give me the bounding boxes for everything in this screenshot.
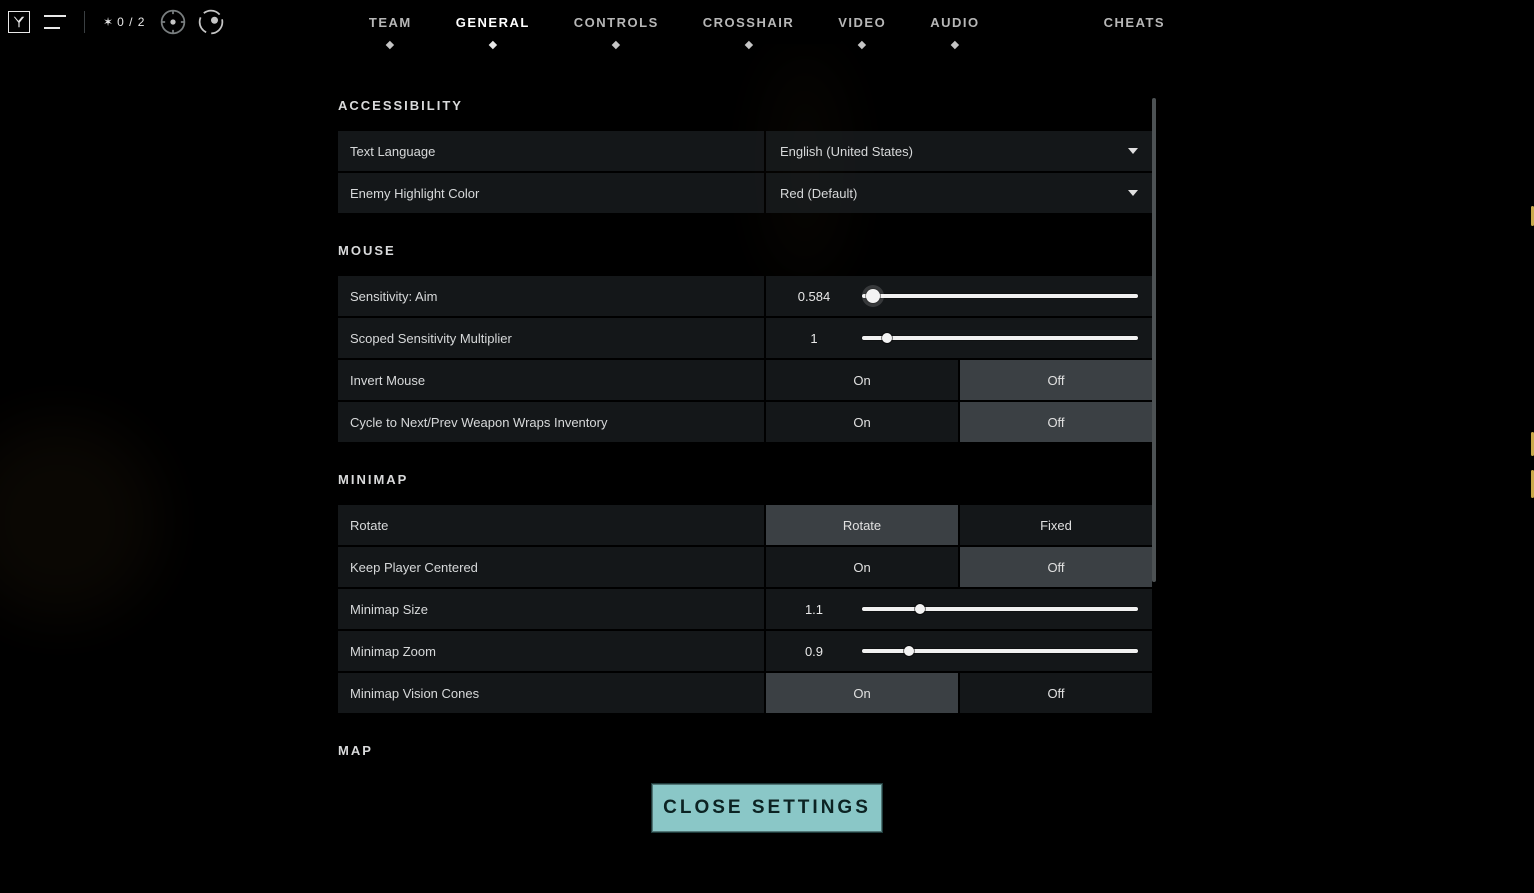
settings-panel: ACCESSIBILITY Text Language English (Uni… (338, 98, 1152, 762)
tab-video[interactable]: VIDEO (816, 0, 908, 44)
section-map: MAP (338, 743, 1152, 758)
slider-track[interactable] (862, 276, 1138, 316)
row-minimap-size: Minimap Size 1.1 (338, 589, 1152, 629)
cycle-inventory-on[interactable]: On (766, 402, 958, 442)
invert-mouse-on[interactable]: On (766, 360, 958, 400)
minimap-size-slider[interactable]: 1.1 (766, 589, 1152, 629)
row-rotate: Rotate Rotate Fixed (338, 505, 1152, 545)
rotate-label: Rotate (338, 505, 764, 545)
row-enemy-highlight: Enemy Highlight Color Red (Default) (338, 173, 1152, 213)
fixed-option[interactable]: Fixed (960, 505, 1152, 545)
row-sensitivity: Sensitivity: Aim 0.584 (338, 276, 1152, 316)
keep-centered-toggle: On Off (766, 547, 1152, 587)
slider-thumb[interactable] (882, 333, 892, 343)
row-minimap-zoom: Minimap Zoom 0.9 (338, 631, 1152, 671)
enemy-highlight-value: Red (Default) (780, 186, 857, 201)
slider-track[interactable] (862, 631, 1138, 671)
minimap-zoom-label: Minimap Zoom (338, 631, 764, 671)
text-language-dropdown[interactable]: English (United States) (766, 131, 1152, 171)
mode-indicator-a-icon[interactable] (159, 8, 187, 36)
invert-mouse-toggle: On Off (766, 360, 1152, 400)
cycle-inventory-toggle: On Off (766, 402, 1152, 442)
minimap-size-value: 1.1 (766, 602, 862, 617)
text-language-value: English (United States) (780, 144, 913, 159)
star-icon: ✶ (103, 15, 113, 29)
background-blob (0, 420, 160, 620)
close-settings-button[interactable]: CLOSE SETTINGS (651, 783, 883, 833)
settings-tabs: TEAM GENERAL CONTROLS CROSSHAIR VIDEO AU… (347, 0, 1187, 44)
tab-crosshair[interactable]: CROSSHAIR (681, 0, 817, 44)
row-cycle-inventory: Cycle to Next/Prev Weapon Wraps Inventor… (338, 402, 1152, 442)
game-logo-icon[interactable] (8, 11, 30, 33)
section-mouse: MOUSE (338, 243, 1152, 258)
menu-icon[interactable] (44, 15, 66, 29)
keep-centered-off[interactable]: Off (960, 547, 1152, 587)
tab-controls[interactable]: CONTROLS (552, 0, 681, 44)
row-scoped-sens: Scoped Sensitivity Multiplier 1 (338, 318, 1152, 358)
vision-cones-toggle: On Off (766, 673, 1152, 713)
text-language-label: Text Language (338, 131, 764, 171)
resource-counter: 0 / 2 (117, 15, 145, 29)
section-accessibility: ACCESSIBILITY (338, 98, 1152, 113)
slider-track[interactable] (862, 318, 1138, 358)
keep-centered-label: Keep Player Centered (338, 547, 764, 587)
scoped-sens-label: Scoped Sensitivity Multiplier (338, 318, 764, 358)
scoped-sens-slider[interactable]: 1 (766, 318, 1152, 358)
enemy-highlight-label: Enemy Highlight Color (338, 173, 764, 213)
scrollbar[interactable] (1152, 98, 1156, 582)
tab-team[interactable]: TEAM (347, 0, 434, 44)
enemy-highlight-dropdown[interactable]: Red (Default) (766, 173, 1152, 213)
row-text-language: Text Language English (United States) (338, 131, 1152, 171)
sensitivity-slider[interactable]: 0.584 (766, 276, 1152, 316)
sensitivity-label: Sensitivity: Aim (338, 276, 764, 316)
invert-mouse-label: Invert Mouse (338, 360, 764, 400)
rotate-toggle: Rotate Fixed (766, 505, 1152, 545)
keep-centered-on[interactable]: On (766, 547, 958, 587)
row-keep-centered: Keep Player Centered On Off (338, 547, 1152, 587)
slider-thumb[interactable] (866, 289, 880, 303)
section-minimap: MINIMAP (338, 472, 1152, 487)
cycle-inventory-off[interactable]: Off (960, 402, 1152, 442)
slider-thumb[interactable] (904, 646, 914, 656)
row-vision-cones: Minimap Vision Cones On Off (338, 673, 1152, 713)
minimap-zoom-value: 0.9 (766, 644, 862, 659)
invert-mouse-off[interactable]: Off (960, 360, 1152, 400)
separator (84, 11, 85, 33)
tab-cheats[interactable]: CHEATS (1082, 0, 1187, 44)
scoped-sens-value: 1 (766, 331, 862, 346)
chevron-down-icon (1128, 190, 1138, 196)
row-invert-mouse: Invert Mouse On Off (338, 360, 1152, 400)
tab-general[interactable]: GENERAL (434, 0, 552, 44)
top-bar: ✶ 0 / 2 TEAM GENERAL CONTROLS CROSSHAIR … (0, 0, 1534, 44)
cycle-inventory-label: Cycle to Next/Prev Weapon Wraps Inventor… (338, 402, 764, 442)
minimap-zoom-slider[interactable]: 0.9 (766, 631, 1152, 671)
chevron-down-icon (1128, 148, 1138, 154)
slider-thumb[interactable] (915, 604, 925, 614)
sensitivity-value: 0.584 (766, 289, 862, 304)
slider-track[interactable] (862, 589, 1138, 629)
vision-cones-label: Minimap Vision Cones (338, 673, 764, 713)
tab-audio[interactable]: AUDIO (908, 0, 1001, 44)
minimap-size-label: Minimap Size (338, 589, 764, 629)
rotate-option[interactable]: Rotate (766, 505, 958, 545)
mode-indicator-b-icon[interactable] (197, 8, 225, 36)
vision-cones-on[interactable]: On (766, 673, 958, 713)
vision-cones-off[interactable]: Off (960, 673, 1152, 713)
